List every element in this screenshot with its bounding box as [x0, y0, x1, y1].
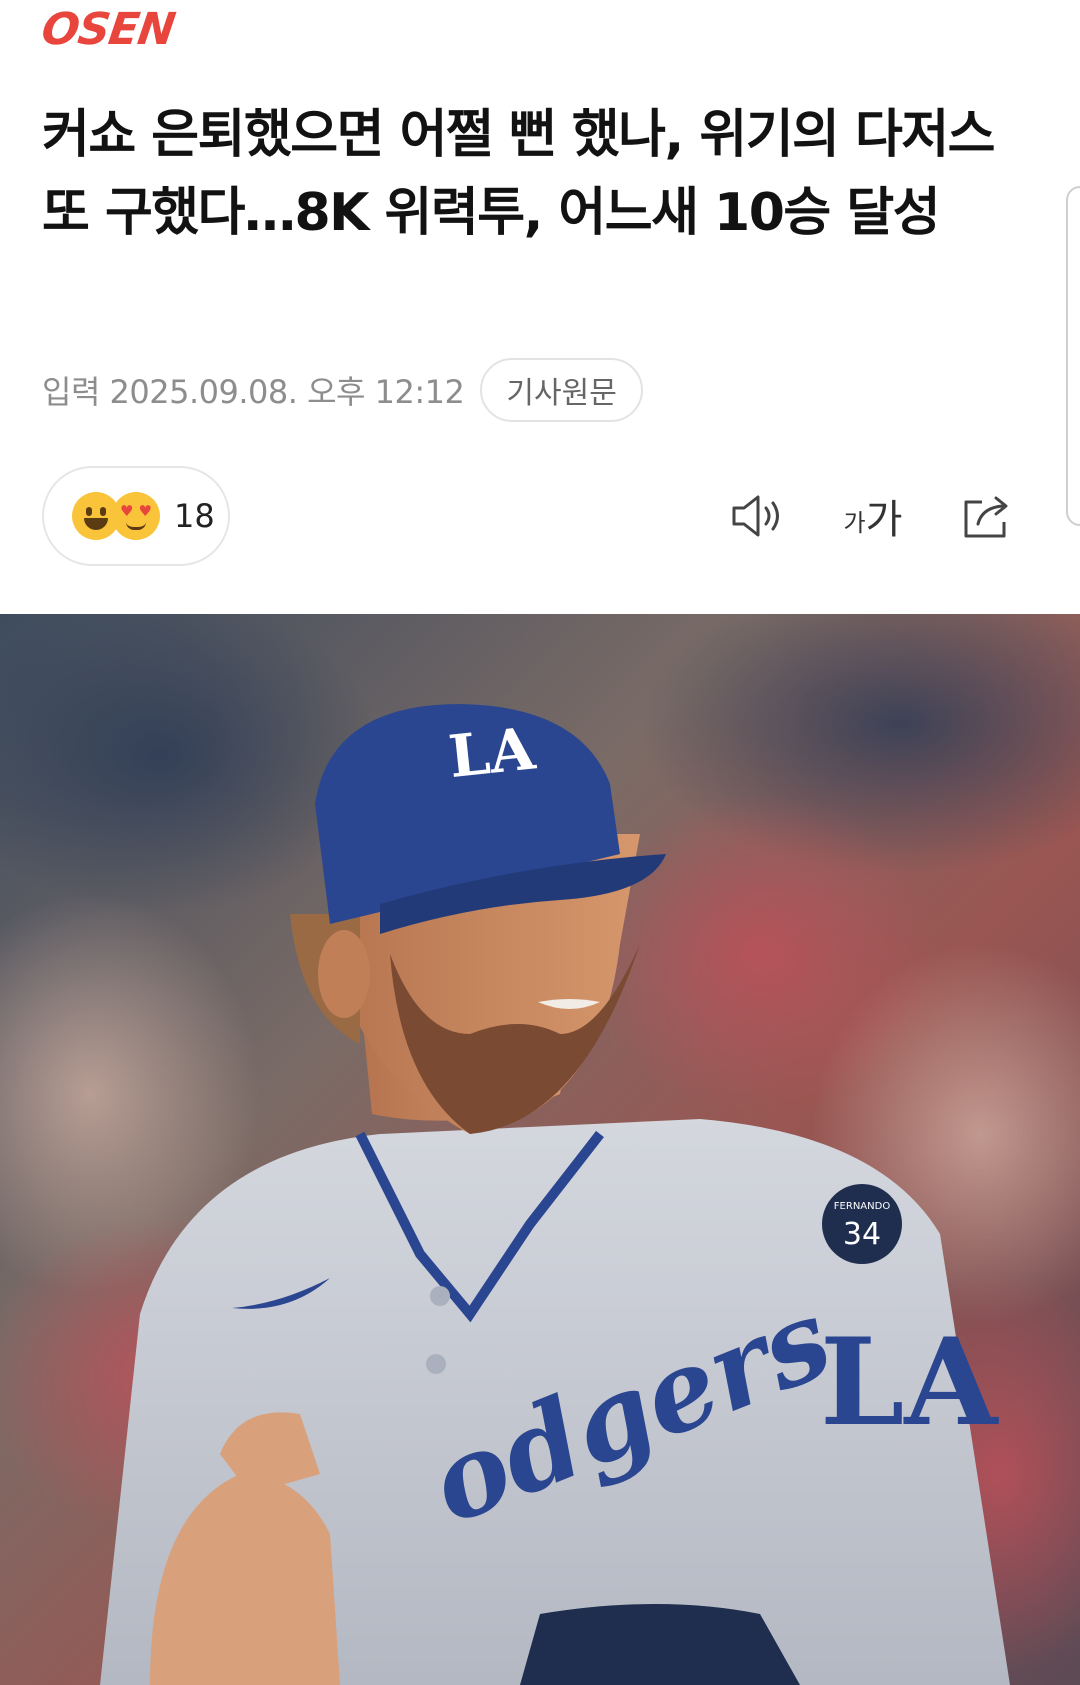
publish-date: 입력 2025.09.08. 오후 12:12 [42, 373, 465, 411]
heart-eyes-face-icon: ♥ ♥ [112, 492, 160, 540]
share-icon [964, 496, 1008, 538]
font-size-button[interactable]: 가 가 [838, 486, 908, 546]
svg-text:34: 34 [843, 1217, 881, 1252]
font-small-label: 가 [843, 509, 866, 537]
text-to-speech-button[interactable] [728, 486, 788, 546]
reaction-count: 18 [174, 497, 215, 535]
original-article-button[interactable]: 기사원문 [480, 358, 643, 422]
article-photo: odgers FERNANDO 34 LA LA [0, 614, 1080, 1685]
font-large-label: 가 [865, 497, 903, 543]
svg-text:LA: LA [820, 1312, 999, 1453]
article-meta: 입력 2025.09.08. 오후 12:12 기사원문 [42, 358, 643, 422]
share-button[interactable] [958, 486, 1018, 546]
reaction-button[interactable]: ♥ ♥ 18 [42, 466, 230, 566]
svg-text:FERNANDO: FERNANDO [834, 1201, 891, 1212]
side-scroll-handle[interactable] [1066, 186, 1080, 526]
speaker-icon [732, 495, 779, 537]
osen-logo[interactable]: OSEN [38, 4, 177, 55]
article-title: 커쇼 은퇴했으면 어쩔 뻔 했나, 위기의 다저스 또 구했다…8K 위력투, … [42, 105, 996, 243]
svg-text:LA: LA [446, 714, 539, 791]
